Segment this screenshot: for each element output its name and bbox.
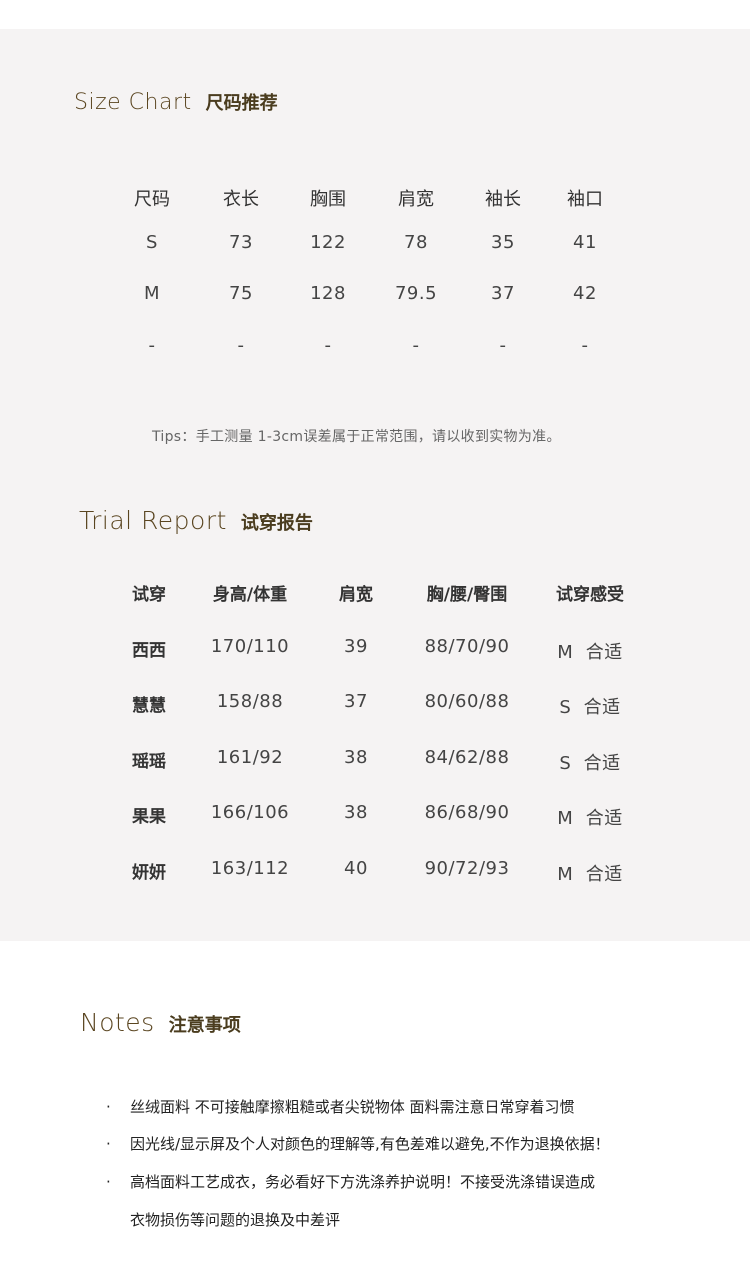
size-table-cell: M: [143, 283, 161, 304]
trial-table-cell: 40: [344, 858, 368, 879]
size-header-cell: 袖口: [567, 189, 603, 210]
trial-table-cell: 84/62/88: [424, 747, 510, 768]
trial-table-cell: 38: [344, 802, 368, 823]
trial-table-cell: 88/70/90: [424, 636, 510, 657]
trial-header-cell: 试穿感受: [556, 585, 624, 605]
size-table-cell: -: [324, 335, 332, 356]
note-text: 丝绒面料 不可接触摩擦粗糙或者尖锐物体 面料需注意日常穿着习惯: [130, 1098, 575, 1116]
size-tips: Tips：手工测量 1-3cm误差属于正常范围，请以收到实物为准。: [152, 429, 561, 445]
size-trial-panel: [0, 29, 750, 941]
notes-title-zh: 注意事项: [168, 1015, 241, 1036]
size-table-cell: 79.5: [394, 283, 438, 304]
trial-header-cell: 肩宽: [339, 585, 373, 605]
trial-table-cell: 166/106: [210, 802, 290, 823]
size-header-cell: 袖长: [485, 189, 521, 210]
bullet-icon: ·: [106, 1135, 111, 1153]
size-table-cell: 41: [573, 232, 597, 253]
size-chart-title-zh: 尺码推荐: [205, 93, 278, 114]
size-table-cell: 73: [229, 232, 253, 253]
trial-table-cell: S 合适: [559, 697, 621, 718]
trial-table-cell: 163/112: [210, 858, 290, 879]
trial-header-cell: 身高/体重: [212, 585, 288, 605]
trial-table-cell: M 合适: [557, 864, 623, 885]
note-item: · 因光线/显示屏及个人对颜色的理解等,有色差难以避免,不作为退换依据！: [106, 1133, 610, 1154]
trial-table-cell: 39: [344, 636, 368, 657]
trial-name-cell: 妍妍: [132, 863, 166, 883]
trial-report-title-en: Trial Report: [79, 506, 227, 535]
size-table-cell: S: [146, 232, 158, 253]
trial-table-cell: M 合适: [557, 808, 623, 829]
trial-report-heading: Trial Report 试穿报告: [79, 506, 313, 535]
bullet-icon: ·: [106, 1098, 111, 1116]
bullet-icon: ·: [106, 1173, 111, 1191]
trial-table-cell: S 合适: [559, 753, 621, 774]
trial-table-cell: M 合适: [557, 642, 623, 663]
size-table-cell: 37: [491, 283, 515, 304]
note-item-continuation: 衣物损伤等问题的退换及中差评: [130, 1211, 341, 1229]
size-table-cell: 128: [310, 283, 346, 304]
trial-table-cell: 86/68/90: [424, 802, 510, 823]
trial-header-cell: 试穿: [132, 585, 166, 605]
size-table-cell: 35: [491, 232, 515, 253]
size-chart-heading: Size Chart 尺码推荐: [74, 89, 278, 115]
size-table-cell: 75: [229, 283, 253, 304]
size-table-cell: -: [237, 335, 245, 356]
trial-name-cell: 瑶瑶: [132, 752, 166, 772]
size-table-cell: 42: [573, 283, 597, 304]
note-text: 高档面料工艺成衣，务必看好下方洗涤养护说明！不接受洗涤错误造成: [130, 1173, 596, 1191]
size-table-cell: -: [148, 335, 156, 356]
size-header-cell: 衣长: [223, 189, 259, 210]
trial-header-cell: 胸/腰/臀围: [426, 585, 508, 605]
notes-title-en: Notes: [80, 1008, 155, 1037]
trial-name-cell: 西西: [132, 641, 166, 661]
size-header-cell: 胸围: [310, 189, 346, 210]
trial-name-cell: 果果: [132, 807, 166, 827]
notes-heading: Notes 注意事项: [80, 1008, 241, 1037]
note-text: 因光线/显示屏及个人对颜色的理解等,有色差难以避免,不作为退换依据！: [130, 1135, 610, 1153]
size-table-cell: -: [581, 335, 589, 356]
trial-table-cell: 158/88: [216, 691, 284, 712]
size-header-cell: 肩宽: [398, 189, 434, 210]
trial-table-cell: 161/92: [216, 747, 284, 768]
trial-table-cell: 90/72/93: [424, 858, 510, 879]
size-header-cell: 尺码: [134, 189, 170, 210]
trial-report-title-zh: 试穿报告: [240, 513, 313, 534]
size-chart-title-en: Size Chart: [74, 90, 192, 115]
size-table-cell: 78: [404, 232, 428, 253]
size-table-cell: -: [499, 335, 507, 356]
size-table-cell: -: [412, 335, 420, 356]
size-table-cell: 122: [310, 232, 346, 253]
trial-table-cell: 38: [344, 747, 368, 768]
note-item: · 高档面料工艺成衣，务必看好下方洗涤养护说明！不接受洗涤错误造成: [106, 1171, 595, 1192]
note-item: · 丝绒面料 不可接触摩擦粗糙或者尖锐物体 面料需注意日常穿着习惯: [106, 1096, 575, 1117]
trial-table-cell: 170/110: [210, 636, 290, 657]
trial-name-cell: 慧慧: [132, 696, 166, 716]
trial-table-cell: 37: [344, 691, 368, 712]
trial-table-cell: 80/60/88: [424, 691, 510, 712]
